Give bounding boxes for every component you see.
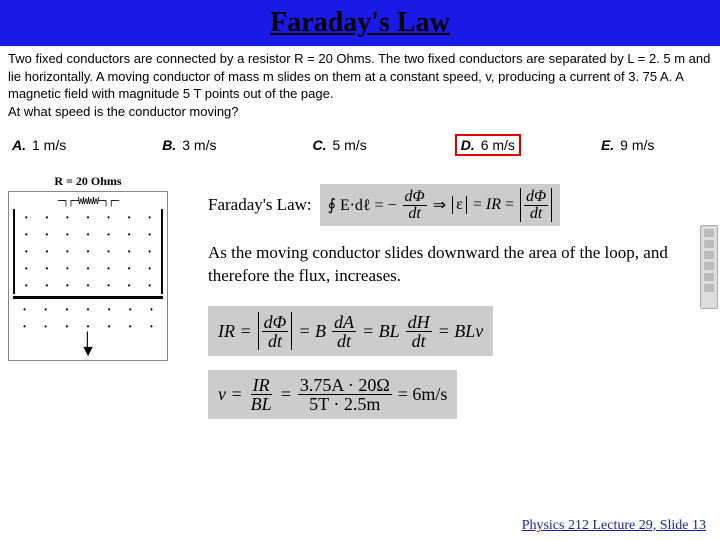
answer-e-text: 9 m/s [620,137,654,153]
eq1-rhs-den: dt [528,206,544,222]
clicker-remote-icon [700,225,718,309]
faraday-label: Faraday's Law: [208,195,312,215]
problem-text: Two fixed conductors are connected by a … [0,46,720,128]
circuit-diagram: R = 20 Ohms ─┐┌─WWWW─┐┌─ ••••••• •••••••… [8,174,168,433]
explanation-text: As the moving conductor slides downward … [208,242,712,288]
eq1-arrow: ⇒ [433,195,446,215]
answer-b-label: B. [162,137,176,153]
solution-equation: v = IRBL = 3.75A · 20Ω5T · 2.5m = 6m/s [208,370,457,419]
eq3-p2: = [280,384,292,405]
eq1-lhs: ∮ E⋅dℓ = − [328,195,397,215]
answer-b[interactable]: B. 3 m/s [158,136,220,154]
answer-a-text: 1 m/s [32,137,66,153]
answer-row: A. 1 m/s B. 3 m/s C. 5 m/s D. 6 m/s E. 9… [0,128,720,166]
derivation-equation: IR = dΦdt = B dAdt = BL dHdt = BLv [208,306,493,356]
answer-c-label: C. [312,137,326,153]
eq2-p1: IR = [218,321,252,342]
dots-below: ••••••• ••••••• [13,301,163,335]
eq3-f2n: 3.75A · 20Ω [298,376,392,395]
eq3-f1n: IR [251,376,272,395]
eq2-f2d: dt [335,332,353,350]
problem-p1: Two fixed conductors are connected by a … [8,50,712,103]
eq1-rhs1: ε [452,196,467,214]
answer-a-label: A. [12,137,26,153]
answer-a[interactable]: A. 1 m/s [8,136,70,154]
slide-footer: Physics 212 Lecture 29, Slide 13 [522,518,706,534]
eq1-rhs-num: dΦ [524,189,548,206]
answer-d[interactable]: D. 6 m/s [455,134,521,156]
page-title: Faraday's Law [270,7,450,39]
eq2-f3n: dH [406,313,432,332]
eq2-f1n: dΦ [262,313,289,332]
eq3-f1d: BL [249,395,274,413]
eq3-f2d: 5T · 2.5m [307,395,382,413]
answer-e[interactable]: E. 9 m/s [597,136,658,154]
velocity-arrow-icon: │▼ [13,337,163,356]
problem-p2: At what speed is the conductor moving? [8,103,712,121]
answer-c[interactable]: C. 5 m/s [308,136,370,154]
eq2-f2n: dA [332,313,356,332]
moving-bar [13,296,163,299]
faraday-equation: ∮ E⋅dℓ = − dΦdt ⇒ ε = IR = dΦdt [320,184,561,226]
answer-d-text: 6 m/s [481,137,515,153]
eq1-den: dt [406,206,422,222]
answer-d-label: D. [461,137,475,153]
eq3-p3: = 6m/s [398,384,448,405]
answer-c-text: 5 m/s [332,137,366,153]
magnetic-field-dots: ••••••• ••••••• ••••••• ••••••• ••••••• [13,209,163,294]
eq2-p2: = B [298,321,326,342]
eq2-f3d: dt [410,332,428,350]
answer-e-label: E. [601,137,614,153]
eq2-f1d: dt [266,332,284,350]
eq2-p4: = BLv [438,321,484,342]
eq3-p1: v = [218,384,243,405]
eq2-p3: = BL [362,321,400,342]
answer-b-text: 3 m/s [182,137,216,153]
eq1-num: dΦ [403,189,427,206]
resistor-icon: ─┐┌─WWWW─┐┌─ [13,196,163,207]
resistor-label: R = 20 Ohms [8,174,168,189]
